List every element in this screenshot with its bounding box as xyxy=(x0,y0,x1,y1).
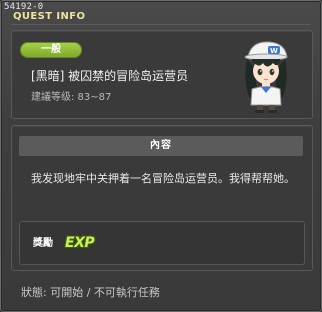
reward-box: 獎勵 EXP xyxy=(19,221,305,265)
quest-category-badge: 一般 xyxy=(20,42,82,58)
status-available: 可開始 xyxy=(50,286,84,299)
status-separator: / xyxy=(83,286,94,299)
quest-name: [黑暗] 被囚禁的冒险岛运营员 xyxy=(31,69,189,83)
title-divider xyxy=(11,24,311,25)
svg-text:W: W xyxy=(270,47,278,55)
quest-info-window: 54192-0 QUEST INFO 一般 [黑暗] 被囚禁的冒险岛运营员 建議… xyxy=(0,0,322,312)
status-prefix: 狀態: xyxy=(21,286,47,299)
content-section-header: 內容 xyxy=(19,136,303,156)
status-not-executable: 不可執行任務 xyxy=(93,286,160,299)
reward-label: 獎勵 xyxy=(33,238,53,249)
npc-portrait-icon: W xyxy=(239,39,293,113)
quest-description: 我发现地牢中关押着一名冒险岛运营员。我得帮帮她。 xyxy=(31,172,295,185)
quest-status: 狀態: 可開始 / 不可執行任務 xyxy=(21,286,160,300)
quest-level-range: 建議等级: 83~87 xyxy=(31,92,112,103)
window-title: QUEST INFO xyxy=(13,11,86,22)
exp-icon: EXP xyxy=(65,235,95,251)
